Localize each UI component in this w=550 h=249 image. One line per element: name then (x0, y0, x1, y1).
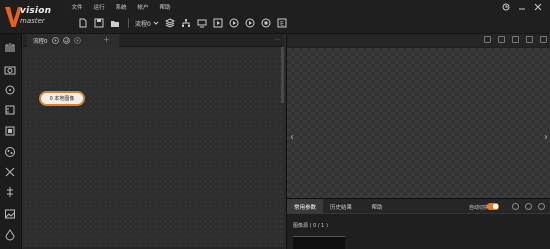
camera-icon[interactable] (4, 64, 16, 76)
record-icon[interactable]: E (277, 18, 287, 28)
svg-text:E: E (280, 21, 284, 28)
run-once-icon[interactable] (213, 18, 223, 28)
menu-file[interactable]: 文件 (66, 3, 88, 11)
module-node[interactable]: 0 本地图像 (39, 91, 85, 106)
chevron-left-icon[interactable]: ‹ (290, 132, 294, 143)
zoom-in-icon[interactable] (498, 36, 505, 43)
deep-learning-icon[interactable] (4, 146, 16, 158)
param-tabs: 常用参数 历史结果 帮助 (287, 198, 550, 214)
menu-run[interactable]: 运行 (88, 3, 110, 11)
tab-label: 流程0 (33, 38, 48, 45)
module-node-label: 0 本地图像 (49, 96, 75, 102)
tab-common-params[interactable]: 常用参数 (287, 199, 323, 214)
chevron-down-icon[interactable] (153, 18, 159, 28)
locate-icon[interactable] (4, 84, 16, 96)
workspace-tab-bar: 流程0 + ⋯ (23, 34, 284, 47)
network-icon[interactable] (181, 18, 191, 28)
crosshair-icon[interactable] (526, 36, 533, 43)
image-thumbnail[interactable] (293, 236, 345, 249)
menu-system[interactable]: 系统 (110, 3, 132, 11)
color-process-icon[interactable] (4, 229, 16, 241)
zoom-out-icon[interactable] (512, 36, 519, 43)
tab-history-results[interactable]: 历史结果 (323, 199, 359, 214)
menu-account[interactable]: 帐户 (132, 3, 154, 11)
window-controls (502, 3, 542, 11)
image-tool-group (484, 36, 547, 43)
image-toolbar (287, 34, 550, 47)
image-source-panel: 自动切换 图像源 ( 0 / 1 ) (287, 203, 550, 249)
play-icon[interactable] (245, 18, 255, 28)
measure-icon[interactable] (4, 104, 16, 116)
workspace-more-button[interactable]: ⋯ (274, 36, 280, 43)
fullscreen-icon[interactable] (540, 36, 547, 43)
clock-icon[interactable] (502, 3, 510, 11)
acquire-icon[interactable] (4, 42, 16, 54)
run-once-icon[interactable] (51, 37, 59, 44)
monitor-icon[interactable] (197, 18, 207, 28)
minimize-icon[interactable] (518, 3, 526, 11)
calibration-icon[interactable] (4, 166, 16, 178)
process-selector[interactable]: 流程0 (135, 19, 151, 28)
image-display-panel: ‹ › 常用参数 历史结果 帮助 自动切换 图像源 ( 0 / 1 ) (286, 34, 550, 249)
source-action-group (512, 203, 545, 210)
run-loop-icon[interactable] (62, 37, 70, 44)
new-file-icon[interactable] (78, 18, 88, 28)
menu-bar: 文件 运行 系统 帐户 帮助 (66, 3, 176, 11)
auto-switch-toggle[interactable] (487, 203, 499, 210)
tool-sidebar (0, 34, 22, 249)
folder-icon[interactable] (525, 203, 532, 210)
main-toolbar: 流程0 E (78, 16, 293, 30)
stop-icon[interactable] (73, 37, 81, 44)
alignment-icon[interactable] (4, 186, 16, 198)
image-source-label: 图像源 ( 0 / 1 ) (293, 223, 328, 229)
recognize-icon[interactable] (4, 125, 16, 137)
open-folder-icon[interactable] (110, 18, 120, 28)
tab-help[interactable]: 帮助 (359, 199, 395, 214)
save-icon[interactable] (94, 18, 104, 28)
run-loop-icon[interactable] (229, 18, 239, 28)
auto-switch-label: 自动切换 (468, 205, 489, 211)
vertical-scrollbar[interactable] (281, 47, 284, 103)
menu-help[interactable]: 帮助 (154, 3, 176, 11)
add-source-icon[interactable] (512, 203, 519, 210)
delete-icon[interactable] (538, 203, 545, 210)
close-icon[interactable] (534, 3, 542, 11)
logo-text: vision (20, 6, 52, 16)
process-workspace[interactable]: 流程0 + ⋯ 0 本地图像 (23, 34, 284, 249)
add-tab-button[interactable]: + (103, 35, 110, 44)
fit-icon[interactable] (484, 36, 491, 43)
chevron-right-icon[interactable]: › (544, 132, 548, 143)
stop-icon[interactable] (261, 18, 271, 28)
toolbar-separator (128, 18, 129, 28)
logo-subtext: master (20, 17, 45, 25)
layers-icon[interactable] (164, 18, 175, 28)
image-process-icon[interactable] (4, 208, 16, 220)
title-bar: vision master 文件 运行 系统 帐户 帮助 流程0 E (0, 0, 550, 34)
